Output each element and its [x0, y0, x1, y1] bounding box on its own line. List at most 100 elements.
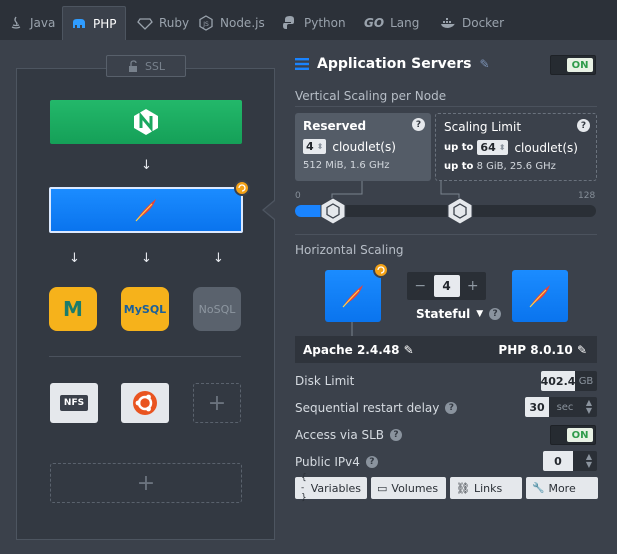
- node-count-stepper: − 4 +: [407, 272, 486, 300]
- slider-max-label: 128: [578, 191, 596, 201]
- help-icon[interactable]: ?: [577, 119, 590, 132]
- reserved-slider-handle[interactable]: [319, 197, 347, 225]
- wrench-icon: 🔧: [532, 482, 545, 494]
- braces-icon: { - }: [301, 473, 307, 503]
- master-node[interactable]: [325, 270, 381, 322]
- stepper-arrows-icon[interactable]: ▲ ▼: [581, 397, 597, 417]
- help-icon[interactable]: ?: [390, 429, 403, 441]
- app-servers-title: Application Servers: [317, 56, 472, 72]
- refresh-badge-icon: [373, 262, 389, 278]
- scaling-mode-select[interactable]: Stateful ▼ ?: [416, 307, 502, 321]
- tab-python[interactable]: Python: [282, 6, 346, 40]
- limit-cloudlets-input[interactable]: 64 ⬍: [477, 140, 509, 155]
- hamburger-icon[interactable]: [295, 58, 309, 70]
- stepper-arrows-icon[interactable]: ▲ ▼: [581, 451, 597, 471]
- button-label: Volumes: [391, 481, 439, 495]
- php-elephant-icon: [73, 18, 85, 28]
- mysql-node[interactable]: MySQL: [121, 287, 169, 331]
- engine-tabs: Java PHP Ruby JS Node.js Python GO Lang …: [0, 0, 617, 40]
- arrow-down-icon: ↓: [141, 158, 152, 173]
- tab-docker[interactable]: Docker: [440, 6, 504, 40]
- tab-nodejs[interactable]: JS Node.js: [198, 6, 265, 40]
- php-version-select[interactable]: PHP 8.0.10 ✎: [498, 343, 587, 357]
- apache-feather-icon: [529, 285, 550, 308]
- add-layer-button[interactable]: +: [50, 463, 242, 503]
- scaling-mode-label: Stateful: [416, 307, 471, 321]
- help-icon[interactable]: ?: [365, 456, 378, 468]
- restart-delay-field[interactable]: 30 sec ▲ ▼: [525, 397, 597, 417]
- limit-specs: 8 GiB, 25.6 GHz: [476, 161, 556, 172]
- version-bar: Apache 2.4.48 ✎ PHP 8.0.10 ✎: [295, 336, 597, 363]
- tab-php[interactable]: PHP: [62, 6, 126, 40]
- app-servers-toggle[interactable]: ON: [550, 55, 596, 75]
- apache-app-server-node[interactable]: [49, 187, 243, 233]
- nfs-storage-node[interactable]: NFS: [50, 383, 98, 423]
- tab-ruby[interactable]: Ruby: [137, 6, 189, 40]
- action-buttons: { - } Variables ▭ Volumes ⛓ Links 🔧 More: [295, 473, 598, 503]
- variables-button[interactable]: { - } Variables: [295, 473, 367, 503]
- disk-limit-value: 402.4: [541, 371, 575, 391]
- ssl-toggle[interactable]: SSL: [106, 55, 186, 77]
- horizontal-scaling-label: Horizontal Scaling: [295, 243, 404, 257]
- refresh-badge-icon: [234, 180, 250, 196]
- button-label: More: [548, 481, 576, 495]
- mariadb-node[interactable]: M: [49, 287, 97, 331]
- disk-limit-field[interactable]: 402.4 GB: [541, 371, 597, 391]
- limit-slider-handle[interactable]: [446, 197, 474, 225]
- ipv4-row: Public IPv4 ?: [295, 455, 378, 469]
- links-button[interactable]: ⛓ Links: [450, 477, 522, 499]
- tab-label: PHP: [93, 16, 117, 31]
- slb-row: Access via SLB ?: [295, 428, 403, 442]
- tab-label: Ruby: [159, 16, 190, 30]
- nginx-balancer-node[interactable]: [50, 100, 242, 144]
- unlock-icon: [128, 60, 137, 72]
- reserved-cloudlets-input[interactable]: 4 ⬍: [303, 139, 327, 154]
- ipv4-value: 0: [543, 451, 573, 471]
- apache-feather-icon: [135, 199, 156, 222]
- tab-java[interactable]: Java: [8, 6, 55, 40]
- docker-icon: [441, 18, 455, 28]
- tab-label: Docker: [462, 16, 505, 30]
- plus-icon: +: [136, 470, 156, 496]
- help-icon[interactable]: ?: [412, 118, 425, 131]
- link-icon: ⛓: [456, 481, 470, 495]
- restart-delay-label: Sequential restart delay: [295, 401, 440, 415]
- decrement-button[interactable]: −: [407, 278, 434, 294]
- button-label: Variables: [310, 481, 362, 495]
- pencil-icon: ✎: [403, 342, 414, 357]
- slider-min-label: 0: [295, 191, 301, 201]
- more-button[interactable]: 🔧 More: [526, 477, 598, 499]
- topology-divider: [49, 356, 241, 357]
- volumes-button[interactable]: ▭ Volumes: [371, 477, 446, 499]
- increment-button[interactable]: +: [460, 278, 487, 294]
- server-version-select[interactable]: Apache 2.4.48 ✎: [303, 343, 414, 357]
- edit-icon[interactable]: ✎: [480, 57, 490, 71]
- worker-nodes[interactable]: [512, 270, 568, 322]
- add-extra-node-button[interactable]: +: [193, 383, 241, 423]
- section-divider: [295, 234, 597, 235]
- disk-limit-label: Disk Limit: [295, 374, 355, 388]
- arrow-down-icon: ↓: [141, 251, 152, 266]
- node-count-value[interactable]: 4: [433, 275, 460, 297]
- nosql-node[interactable]: NoSQL: [193, 287, 241, 331]
- help-icon[interactable]: ?: [489, 308, 502, 320]
- limit-specs-prefix: up to: [444, 161, 474, 172]
- ipv4-field[interactable]: 0 ▲ ▼: [543, 451, 597, 471]
- ubuntu-vps-node[interactable]: [121, 383, 169, 423]
- java-icon: [11, 16, 21, 29]
- reserved-box: Reserved ? 4 ⬍ cloudlet(s) 512 MiB, 1.6 G…: [295, 113, 431, 181]
- page-title: Application Servers ✎: [295, 56, 490, 72]
- tab-go[interactable]: GO Lang: [364, 6, 419, 40]
- arrow-down-icon: ↓: [213, 251, 224, 266]
- scaling-limit-box: Scaling Limit ? up to 64 ⬍ cloudlet(s) up…: [435, 113, 597, 181]
- nosql-icon: NoSQL: [198, 302, 236, 316]
- help-icon[interactable]: ?: [445, 402, 458, 414]
- ubuntu-icon: [133, 391, 157, 415]
- mariadb-icon: M: [63, 297, 83, 321]
- tab-label: Python: [304, 16, 346, 30]
- vertical-scaling-label: Vertical Scaling per Node: [295, 89, 447, 103]
- slb-toggle[interactable]: ON: [550, 425, 596, 445]
- pencil-icon: ✎: [576, 342, 587, 357]
- disk-limit-unit: GB: [575, 371, 597, 391]
- restart-delay-value: 30: [525, 397, 549, 417]
